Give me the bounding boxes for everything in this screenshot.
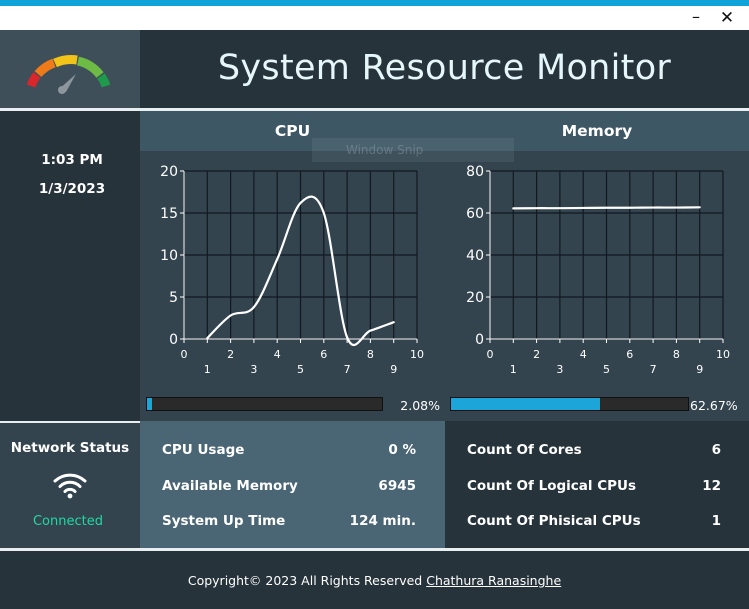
data-point — [629, 206, 631, 209]
network-status-text: Connected — [32, 514, 103, 529]
system-stats-panel: Count Of Cores 6 Count Of Logical CPUs 1… — [445, 421, 749, 548]
close-button[interactable]: ✕ — [713, 6, 741, 30]
minimize-button[interactable]: – — [682, 6, 710, 30]
x-tick-label: 10 — [410, 348, 424, 361]
footer-copyright: Copyright© 2023 All Rights Reserved Chat… — [0, 573, 749, 588]
x-tick-label: 9 — [696, 363, 703, 376]
x-tick-label: 1 — [204, 363, 211, 376]
stat-value-physical-cpus: 1 — [711, 513, 721, 529]
x-tick-label: 4 — [274, 348, 281, 361]
data-point — [299, 202, 302, 204]
stat-value-cores: 6 — [711, 442, 721, 458]
stat-label-available-memory: Available Memory — [162, 478, 298, 494]
stat-label-physical-cpus: Count Of Phisical CPUs — [467, 513, 641, 529]
data-point — [369, 329, 372, 332]
cpu-progress-fill — [147, 398, 152, 410]
wifi-icon — [53, 473, 87, 499]
stat-value-system-uptime: 124 min. — [349, 513, 416, 529]
author-link[interactable]: Chathura Ranasinghe — [426, 573, 561, 588]
current-time: 1:03 PM — [41, 152, 103, 168]
data-point — [323, 212, 325, 214]
data-point — [276, 258, 278, 260]
y-tick-label: 20 — [160, 164, 178, 180]
y-tick-label: 20 — [466, 290, 484, 306]
stat-label-logical-cpus: Count Of Logical CPUs — [467, 478, 637, 494]
copyright-text: Copyright© 2023 All Rights Reserved — [187, 573, 423, 588]
data-point — [675, 206, 678, 209]
stat-value-available-memory: 6945 — [378, 478, 416, 494]
y-tick-label: 40 — [466, 248, 484, 264]
data-point — [512, 207, 515, 210]
x-tick-label: 7 — [344, 363, 351, 376]
data-point — [206, 337, 209, 339]
x-tick-label: 3 — [556, 363, 563, 376]
window-snip-overlay: Window Snip — [312, 138, 514, 162]
x-tick-label: 10 — [716, 348, 730, 361]
memory-chart: 0 20 40 60 80 0 1 2 3 4 5 6 7 8 9 10 — [466, 164, 730, 376]
x-tick-label: 8 — [367, 348, 374, 361]
memory-progress-fill — [451, 398, 600, 410]
data-point — [559, 207, 561, 209]
network-status-title: Network Status — [10, 440, 130, 456]
cpu-progress-bar — [146, 397, 383, 411]
x-tick-label: 7 — [650, 363, 657, 376]
data-point — [605, 206, 608, 209]
data-point — [346, 336, 348, 339]
x-tick-label: 5 — [603, 363, 610, 376]
x-tick-label: 4 — [580, 348, 587, 361]
y-tick-label: 10 — [160, 248, 178, 264]
app-title: System Resource Monitor — [217, 48, 672, 88]
data-point — [582, 207, 584, 209]
data-point — [229, 314, 232, 317]
logo-panel — [0, 30, 140, 108]
memory-progress-bar — [450, 397, 689, 411]
data-point — [253, 306, 255, 308]
y-tick-label: 15 — [160, 206, 178, 222]
x-tick-label: 9 — [390, 363, 397, 376]
title-bar[interactable] — [0, 6, 749, 30]
stat-value-cpu-usage: 0 % — [388, 442, 416, 458]
x-tick-label: 2 — [533, 348, 540, 361]
stat-label-cores: Count Of Cores — [467, 442, 582, 458]
data-point — [652, 206, 654, 209]
gauge-icon — [26, 55, 111, 94]
x-tick-label: 2 — [227, 348, 234, 361]
cpu-percent-label: 2.08% — [400, 398, 440, 413]
y-tick-label: 0 — [475, 332, 484, 348]
data-point — [392, 321, 395, 323]
cpu-stats-panel: CPU Usage 0 % Available Memory 6945 Syst… — [140, 421, 445, 548]
y-tick-label: 0 — [169, 332, 178, 348]
x-tick-label: 6 — [626, 348, 633, 361]
x-tick-label: 6 — [320, 348, 327, 361]
data-point — [698, 206, 701, 209]
y-tick-label: 80 — [466, 164, 484, 180]
stat-label-system-uptime: System Up Time — [162, 513, 286, 529]
y-tick-label: 60 — [466, 206, 484, 222]
y-tick-label: 5 — [169, 290, 178, 306]
x-tick-label: 8 — [673, 348, 680, 361]
cpu-chart: 0 5 10 15 20 0 1 2 3 4 5 6 7 8 9 10 — [160, 164, 424, 376]
x-tick-label: 1 — [510, 363, 517, 376]
data-point — [535, 207, 538, 209]
current-date: 1/3/2023 — [38, 181, 106, 197]
x-tick-label: 0 — [181, 348, 188, 361]
x-tick-label: 0 — [487, 348, 494, 361]
x-tick-label: 3 — [250, 363, 257, 376]
memory-percent-label: 62.67% — [690, 398, 738, 413]
x-tick-label: 5 — [297, 363, 304, 376]
stat-value-logical-cpus: 12 — [702, 478, 721, 494]
stat-label-cpu-usage: CPU Usage — [162, 442, 245, 458]
